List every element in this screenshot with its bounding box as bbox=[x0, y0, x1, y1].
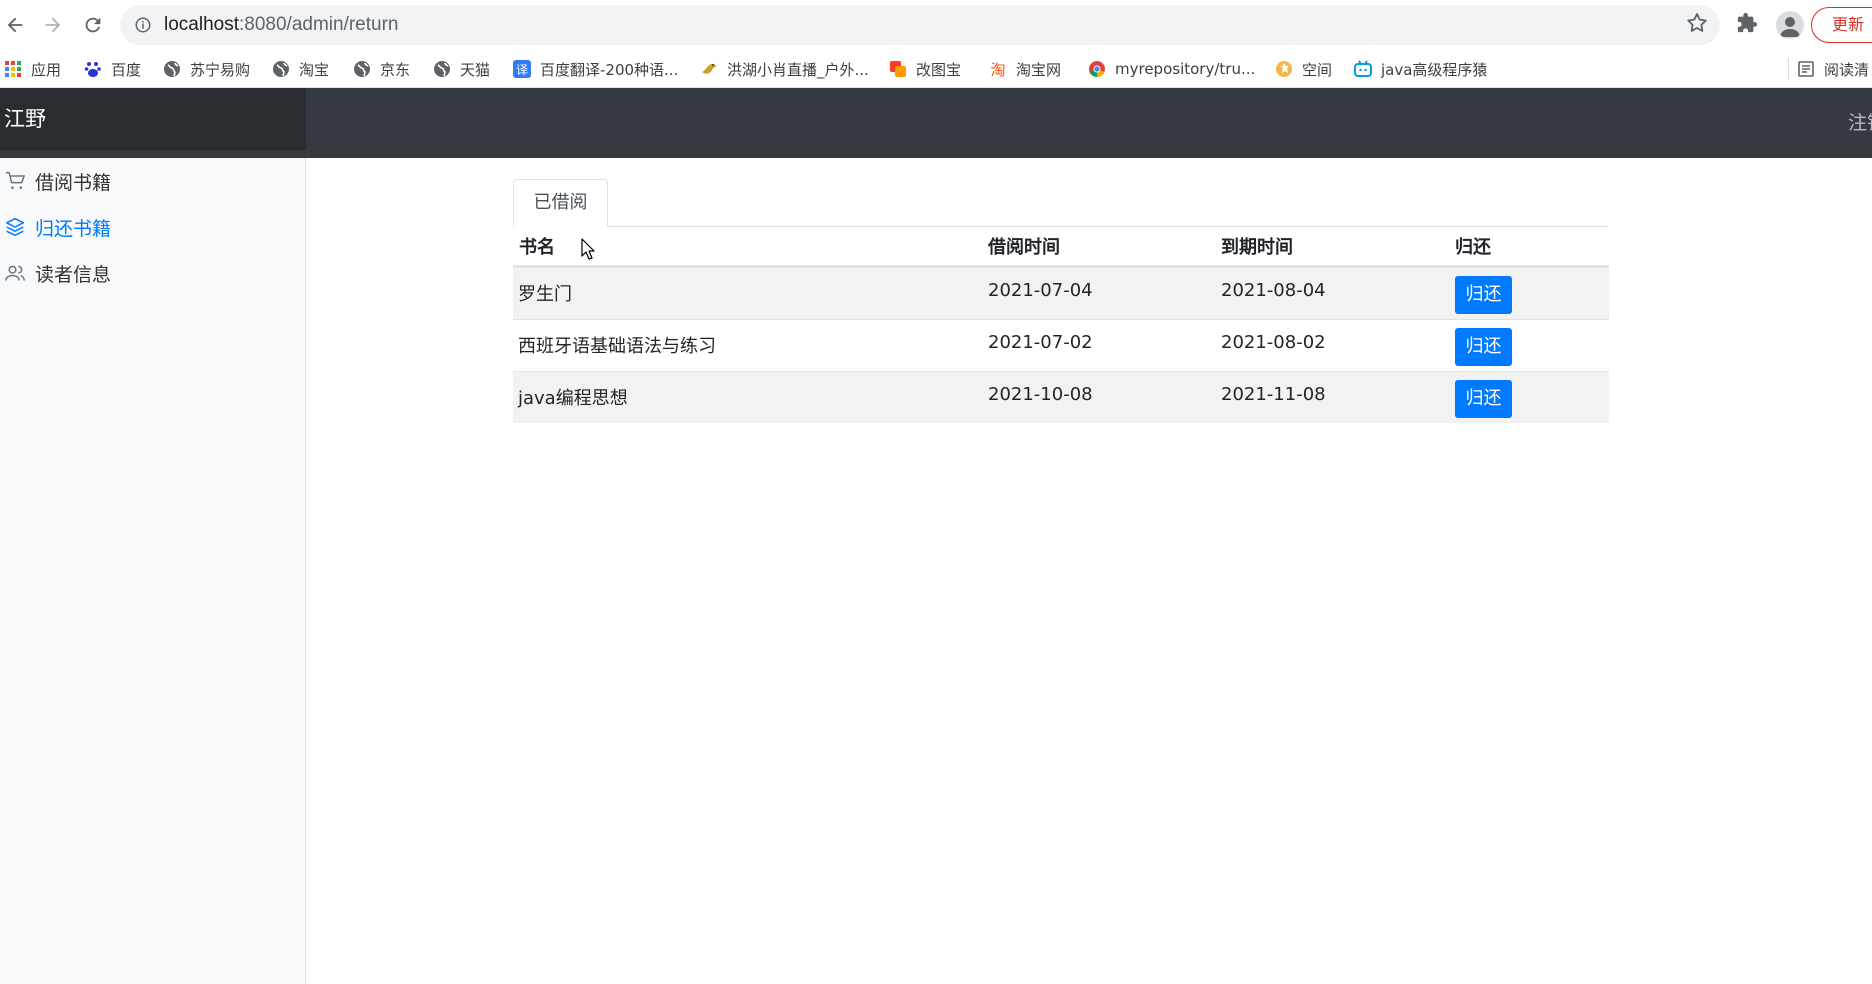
url-text: localhost:8080/admin/return bbox=[164, 5, 399, 45]
column-header-borrow-time[interactable]: 借阅时间 bbox=[988, 227, 1060, 269]
bookmark-label: 应用 bbox=[31, 60, 62, 79]
taobao-icon: 淘 bbox=[989, 60, 1007, 78]
bookmark-label: 洪湖小肖直播_户外... bbox=[727, 60, 869, 79]
sidebar-item-label: 读者信息 bbox=[35, 263, 112, 286]
borrow-time-cell: 2021-10-08 bbox=[988, 384, 1093, 405]
reload-icon bbox=[85, 17, 101, 33]
sidebar-item-borrow-books[interactable]: 借阅书籍 bbox=[0, 158, 300, 204]
bookmark-label: 淘宝 bbox=[299, 60, 330, 79]
bookmark-taobao-web[interactable]: 淘 淘宝网 bbox=[989, 50, 1061, 88]
bookmark-label: 京东 bbox=[380, 60, 411, 79]
svg-text:淘: 淘 bbox=[990, 61, 1005, 78]
bookmark-label: 空间 bbox=[1302, 60, 1333, 79]
top-navbar: 江野 注销 bbox=[0, 88, 1872, 158]
browser-toolbar: localhost:8080/admin/return 更新 bbox=[0, 0, 1872, 50]
bilibili-icon bbox=[1354, 60, 1372, 78]
borrow-time-cell: 2021-07-02 bbox=[988, 332, 1093, 353]
users-icon bbox=[5, 263, 25, 283]
sidebar-item-return-books[interactable]: 归还书籍 bbox=[0, 204, 300, 250]
book-name-cell: 西班牙语基础语法与练习 bbox=[518, 336, 716, 357]
bookmark-gaitubao[interactable]: 改图宝 bbox=[889, 50, 961, 88]
table-row: 西班牙语基础语法与练习 2021-07-02 2021-08-02 归还 bbox=[513, 319, 1609, 371]
translate-icon: 译 bbox=[513, 60, 531, 78]
back-button[interactable] bbox=[0, 10, 30, 40]
bookmark-apps[interactable]: 应用 bbox=[4, 50, 61, 88]
bookmark-myrepository[interactable]: myrepository/tru... bbox=[1088, 50, 1255, 88]
baidu-paw-icon bbox=[84, 60, 102, 78]
mouse-cursor-icon bbox=[581, 238, 595, 260]
return-button[interactable]: 归还 bbox=[1455, 276, 1512, 314]
bookmark-honghu-live[interactable]: 洪湖小肖直播_户外... bbox=[700, 50, 869, 88]
qzone-icon bbox=[1275, 60, 1293, 78]
bookmark-label: 改图宝 bbox=[916, 60, 962, 79]
bookmark-label: 淘宝网 bbox=[1016, 60, 1062, 79]
arrow-right-icon bbox=[45, 17, 61, 33]
sidebar-item-reader-info[interactable]: 读者信息 bbox=[0, 250, 300, 296]
cart-icon bbox=[5, 171, 25, 191]
column-header-book-name[interactable]: 书名 bbox=[519, 227, 555, 269]
borrow-time-cell: 2021-07-04 bbox=[988, 280, 1093, 301]
bookmark-qzone[interactable]: 空间 bbox=[1275, 50, 1332, 88]
layers-icon bbox=[5, 217, 25, 237]
bookmark-taobao[interactable]: 淘宝 bbox=[272, 50, 329, 88]
borrowed-books-table: 书名 借阅时间 到期时间 归还 罗生门 2021-07-04 2021-08-0… bbox=[513, 227, 1609, 423]
profile-avatar[interactable] bbox=[1776, 11, 1804, 39]
bookmark-jd[interactable]: 京东 bbox=[353, 50, 410, 88]
return-button[interactable]: 归还 bbox=[1455, 328, 1512, 366]
bookmark-label: 阅读清 bbox=[1824, 60, 1870, 79]
arrow-left-icon bbox=[7, 17, 23, 33]
bookmark-label: 百度 bbox=[111, 60, 142, 79]
brand-title[interactable]: 江野 bbox=[0, 88, 306, 150]
bookmark-suning[interactable]: 苏宁易购 bbox=[163, 50, 250, 88]
bookmark-label: 苏宁易购 bbox=[190, 60, 251, 79]
extensions-puzzle-icon[interactable] bbox=[1736, 12, 1758, 34]
bookmark-baidu-translate[interactable]: 译 百度翻译-200种语... bbox=[513, 50, 678, 88]
bookmarks-bar: 应用 百度 苏宁易购 淘宝 京东 天猫 译 百度翻译-200种语... 洪湖小肖… bbox=[0, 50, 1872, 88]
table-row: java编程思想 2021-10-08 2021-11-08 归还 bbox=[513, 371, 1609, 423]
sidebar: 借阅书籍 归还书籍 读者信息 bbox=[0, 158, 306, 984]
info-icon[interactable] bbox=[134, 16, 152, 34]
address-field[interactable]: localhost:8080/admin/return bbox=[120, 5, 1720, 45]
url-path: :8080/admin/return bbox=[239, 14, 399, 35]
due-time-cell: 2021-08-02 bbox=[1221, 332, 1326, 353]
book-name-cell: java编程思想 bbox=[518, 388, 628, 409]
table-row: 罗生门 2021-07-04 2021-08-04 归还 bbox=[513, 267, 1609, 319]
logout-link[interactable]: 注销 bbox=[1848, 88, 1872, 158]
chrome-icon bbox=[1088, 60, 1106, 78]
due-time-cell: 2021-08-04 bbox=[1221, 280, 1326, 301]
column-header-due-time[interactable]: 到期时间 bbox=[1221, 227, 1293, 269]
globe-icon bbox=[353, 60, 371, 78]
tab-borrowed[interactable]: 已借阅 bbox=[513, 179, 608, 227]
globe-icon bbox=[272, 60, 290, 78]
table-header: 书名 借阅时间 到期时间 归还 bbox=[513, 227, 1609, 267]
apps-grid-icon bbox=[4, 60, 22, 78]
url-host: localhost bbox=[164, 14, 239, 35]
globe-icon bbox=[163, 60, 181, 78]
forward-button[interactable] bbox=[38, 10, 68, 40]
svg-text:译: 译 bbox=[516, 63, 528, 77]
update-button[interactable]: 更新 bbox=[1811, 7, 1872, 43]
bookmark-label: myrepository/tru... bbox=[1115, 60, 1256, 78]
bookmark-label: java高级程序猿 bbox=[1381, 60, 1488, 79]
bookmark-label: 天猫 bbox=[460, 60, 491, 79]
return-button[interactable]: 归还 bbox=[1455, 380, 1512, 418]
sidebar-item-label: 借阅书籍 bbox=[35, 171, 112, 194]
reload-button[interactable] bbox=[78, 10, 108, 40]
bookmark-baidu[interactable]: 百度 bbox=[84, 50, 141, 88]
bookmark-label: 百度翻译-200种语... bbox=[540, 60, 679, 79]
column-header-return[interactable]: 归还 bbox=[1455, 227, 1491, 269]
sidebar-item-label: 归还书籍 bbox=[35, 217, 112, 240]
reading-list[interactable]: 阅读清 bbox=[1788, 58, 1869, 80]
book-name-cell: 罗生门 bbox=[518, 284, 572, 305]
bird-icon bbox=[700, 60, 718, 78]
bookmark-star-icon[interactable] bbox=[1685, 11, 1709, 35]
square-orange-icon bbox=[889, 60, 907, 78]
due-time-cell: 2021-11-08 bbox=[1221, 384, 1326, 405]
bookmark-tmall[interactable]: 天猫 bbox=[433, 50, 490, 88]
bookmark-bilibili[interactable]: java高级程序猿 bbox=[1354, 50, 1487, 88]
globe-icon bbox=[433, 60, 451, 78]
reading-list-icon bbox=[1797, 60, 1815, 78]
person-icon bbox=[1780, 17, 1800, 37]
